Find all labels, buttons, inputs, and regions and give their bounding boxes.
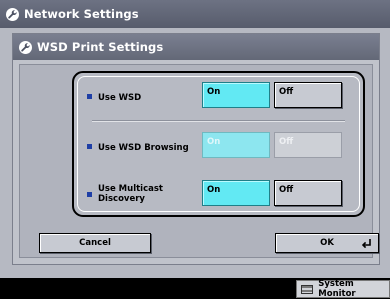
use-multicast-discovery-on-button[interactable]: On	[202, 180, 270, 206]
dialog-title: WSD Print Settings	[37, 40, 164, 54]
bullet-icon	[87, 192, 92, 197]
use-wsd-label: Use WSD	[98, 93, 142, 103]
bullet-icon	[87, 144, 92, 149]
screen: Network Settings WSD Print Settings Use …	[0, 0, 390, 278]
ok-button[interactable]: OK	[275, 233, 379, 253]
enter-icon	[361, 239, 372, 251]
wrench-icon	[6, 7, 19, 21]
use-wsd-on-button[interactable]: On	[202, 82, 270, 108]
system-monitor-button[interactable]: System Monitor	[296, 279, 390, 299]
use-wsd-row: Use WSD On Off	[78, 82, 359, 118]
dialog-content: Use WSD On Off Use WSD Browsing On Off U…	[19, 64, 373, 258]
use-multicast-discovery-row: Use Multicast Discovery On Off	[78, 180, 359, 216]
ok-button-label: OK	[320, 238, 334, 248]
wrench-icon	[19, 40, 32, 54]
window-title: Network Settings	[24, 7, 139, 21]
cancel-button[interactable]: Cancel	[39, 233, 151, 253]
use-multicast-discovery-off-button[interactable]: Off	[274, 180, 342, 206]
use-wsd-browsing-row: Use WSD Browsing On Off	[78, 132, 359, 168]
wsd-print-settings-dialog: WSD Print Settings Use WSD On Off Use WS…	[12, 33, 380, 265]
system-monitor-label: System Monitor	[318, 279, 356, 299]
use-wsd-browsing-label: Use WSD Browsing	[98, 143, 189, 153]
use-wsd-browsing-off-button: Off	[274, 132, 342, 158]
monitor-icon	[301, 284, 314, 294]
use-multicast-discovery-label: Use Multicast Discovery	[98, 184, 163, 204]
cancel-button-label: Cancel	[79, 238, 111, 248]
row-divider	[92, 120, 345, 122]
dialog-title-bar: WSD Print Settings	[13, 34, 379, 60]
bullet-icon	[87, 94, 92, 99]
window-title-bar: Network Settings	[0, 0, 390, 28]
settings-group-inner: Use WSD On Off Use WSD Browsing On Off U…	[77, 76, 360, 212]
settings-group: Use WSD On Off Use WSD Browsing On Off U…	[72, 71, 365, 217]
use-wsd-browsing-on-button: On	[202, 132, 270, 158]
use-wsd-off-button[interactable]: Off	[274, 82, 342, 108]
